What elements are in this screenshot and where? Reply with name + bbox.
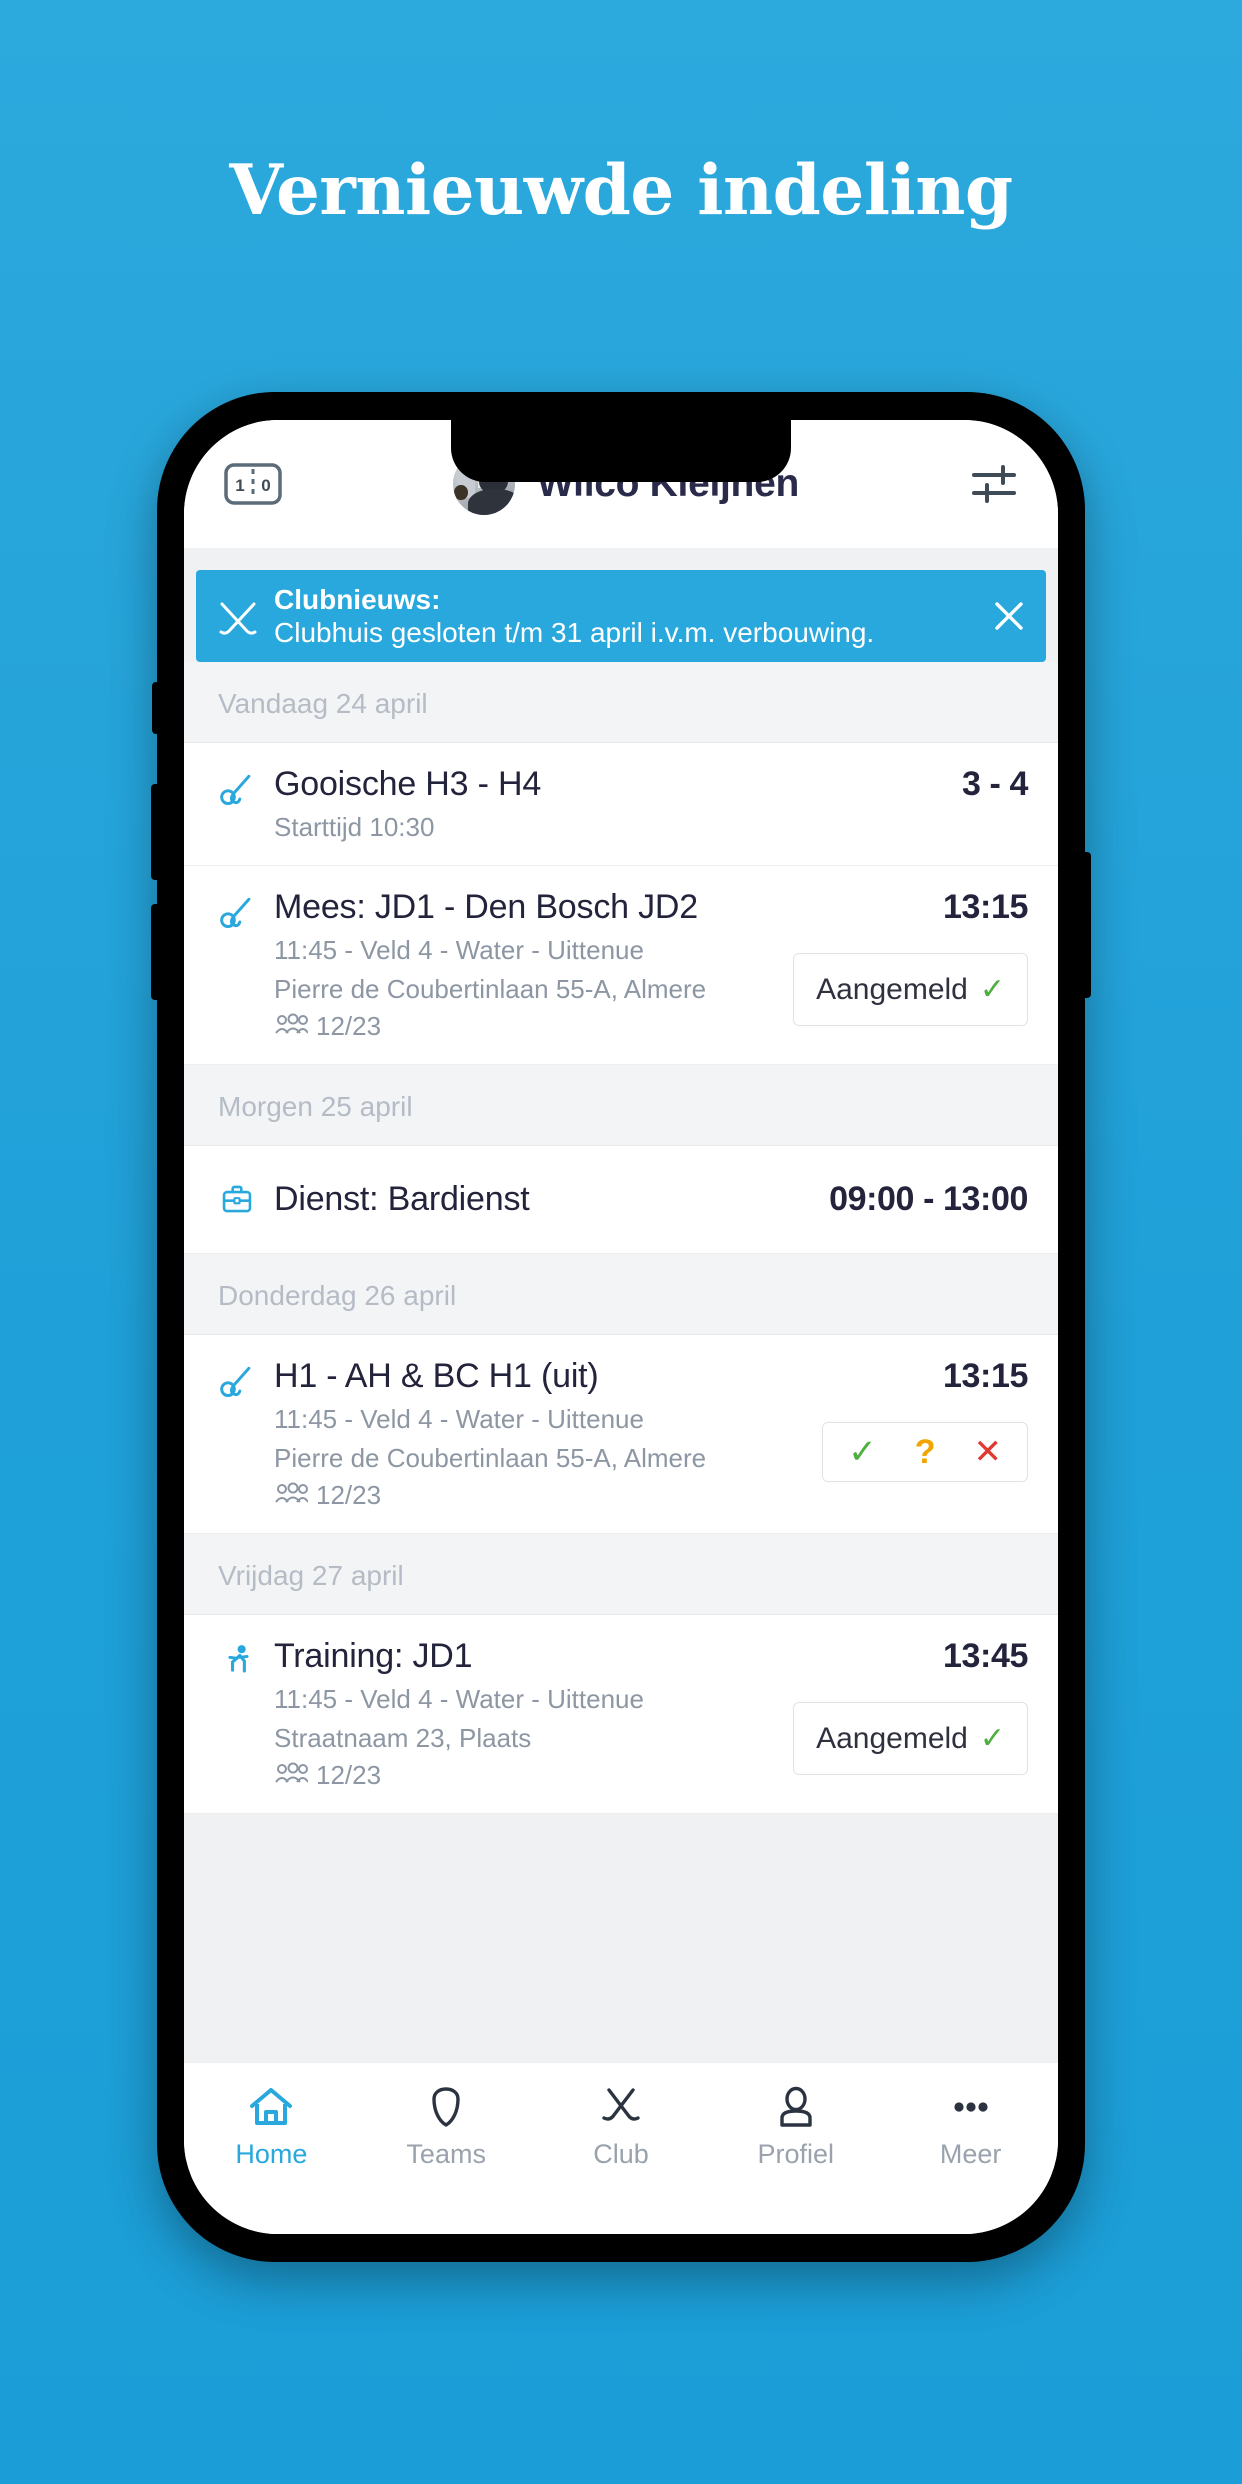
list-item-title: H1 - AH & BC H1 (uit) xyxy=(274,1357,599,1395)
crossed-sticks-icon xyxy=(597,2085,645,2129)
phone-power-button xyxy=(1084,852,1091,998)
club-news-banner[interactable]: Clubnieuws: Clubhuis gesloten t/m 31 apr… xyxy=(196,570,1046,662)
shield-icon xyxy=(422,2085,470,2129)
svg-text:1: 1 xyxy=(235,476,244,495)
tab-profiel[interactable]: Profiel xyxy=(708,2085,883,2170)
list-item[interactable]: Gooische H3 - H4 Starttijd 10:30 3 - 4 xyxy=(184,743,1058,866)
list-item-attendance: 12/23 xyxy=(274,1480,808,1511)
hockey-stick-ball-icon xyxy=(218,888,262,937)
list-item-attendance: 12/23 xyxy=(274,1011,779,1042)
rsvp-no-button[interactable]: ✕ xyxy=(955,1435,1022,1469)
list-item-main: Mees: JD1 - Den Bosch JD2 11:45 - Veld 4… xyxy=(262,888,779,1042)
home-icon xyxy=(247,2085,295,2129)
list-item-address: Pierre de Coubertinlaan 55-A, Almere xyxy=(274,1443,707,1473)
rsvp-yes-button[interactable]: ✓ xyxy=(829,1435,896,1469)
day-header: Vrijdag 27 april xyxy=(184,1534,1058,1615)
event-time: 13:15 xyxy=(943,1357,1028,1395)
tab-home-label: Home xyxy=(235,2139,308,2169)
tab-home[interactable]: Home xyxy=(184,2085,359,2170)
scoreboard-icon[interactable]: 1 0 xyxy=(224,463,282,505)
list-item[interactable]: Mees: JD1 - Den Bosch JD2 11:45 - Veld 4… xyxy=(184,866,1058,1065)
list-item-address: Pierre de Coubertinlaan 55-A, Almere xyxy=(274,974,707,1004)
close-icon[interactable] xyxy=(992,599,1026,633)
tab-meer[interactable]: Meer xyxy=(883,2085,1058,2170)
tab-teams-label: Teams xyxy=(406,2139,486,2169)
list-item-right: 3 - 4 xyxy=(948,765,1028,804)
list-item[interactable]: Dienst: Bardienst 09:00 - 13:00 xyxy=(184,1146,1058,1254)
list-item-title: Gooische H3 - H4 xyxy=(274,765,542,803)
briefcase-icon xyxy=(218,1176,262,1223)
people-icon xyxy=(274,1480,309,1511)
day-header: Donderdag 26 april xyxy=(184,1254,1058,1335)
bottom-tab-bar: Home Teams Club Profiel Meer xyxy=(184,2062,1058,2234)
list-item[interactable]: Training: JD1 11:45 - Veld 4 - Water - U… xyxy=(184,1615,1058,1814)
phone-mockup: 1 0 Wilco Kleijnen Clubnieuws: Clubhuis … xyxy=(151,392,1091,2262)
aangemeld-label: Aangemeld xyxy=(816,972,968,1006)
phone-volume-down-button xyxy=(151,904,158,1000)
tab-meer-label: Meer xyxy=(939,2139,1002,2169)
list-item-title: Dienst: Bardienst xyxy=(274,1180,530,1218)
day-header: Morgen 25 april xyxy=(184,1065,1058,1146)
list-item-subtitle: 11:45 - Veld 4 - Water - Uittenue xyxy=(274,935,644,965)
list-item-main: H1 - AH & BC H1 (uit) 11:45 - Veld 4 - W… xyxy=(262,1357,808,1511)
people-icon xyxy=(274,1011,309,1042)
list-item[interactable]: H1 - AH & BC H1 (uit) 11:45 - Veld 4 - W… xyxy=(184,1335,1058,1534)
app-content[interactable]: Clubnieuws: Clubhuis gesloten t/m 31 apr… xyxy=(184,548,1058,2062)
ellipsis-icon xyxy=(947,2085,995,2129)
poster-page: Vernieuwde indeling 1 0 Wilco Kleijnen C… xyxy=(0,0,1242,2484)
list-item-subtitle: 11:45 - Veld 4 - Water - Uittenue xyxy=(274,1684,644,1714)
person-icon xyxy=(772,2085,820,2129)
aangemeld-button[interactable]: Aangemeld ✓ xyxy=(793,1702,1028,1775)
list-item-main: Training: JD1 11:45 - Veld 4 - Water - U… xyxy=(262,1637,779,1791)
list-item-main: Dienst: Bardienst xyxy=(262,1180,815,1219)
list-item-subtitle: 11:45 - Veld 4 - Water - Uittenue xyxy=(274,1404,644,1434)
rsvp-maybe-button[interactable]: ? xyxy=(896,1435,955,1469)
banner-message: Clubhuis gesloten t/m 31 april i.v.m. ve… xyxy=(274,617,875,648)
attendance-count: 12/23 xyxy=(316,1480,382,1510)
aangemeld-label: Aangemeld xyxy=(816,1721,968,1755)
list-item-main: Gooische H3 - H4 Starttijd 10:30 xyxy=(262,765,948,843)
svg-text:0: 0 xyxy=(261,476,270,495)
list-item-right: 13:45 Aangemeld ✓ xyxy=(779,1637,1028,1775)
crossed-hockey-sticks-icon xyxy=(212,590,264,642)
list-item-title: Mees: JD1 - Den Bosch JD2 xyxy=(274,888,698,926)
attendance-count: 12/23 xyxy=(316,1760,382,1790)
list-item-right: 13:15 Aangemeld ✓ xyxy=(779,888,1028,1026)
sliders-icon[interactable] xyxy=(970,462,1018,506)
page-title: Vernieuwde indeling xyxy=(229,150,1013,231)
event-time: 13:45 xyxy=(943,1637,1028,1675)
phone-notch xyxy=(451,420,791,482)
list-item-right: 09:00 - 13:00 xyxy=(815,1180,1028,1219)
hockey-stick-ball-icon xyxy=(218,1357,262,1406)
day-header: Vandaag 24 april xyxy=(184,662,1058,743)
attendance-count: 12/23 xyxy=(316,1011,382,1041)
aangemeld-button[interactable]: Aangemeld ✓ xyxy=(793,953,1028,1026)
rsvp-button-group[interactable]: ✓ ? ✕ xyxy=(822,1422,1028,1482)
duty-time-range: 09:00 - 13:00 xyxy=(829,1180,1028,1218)
hockey-stick-ball-icon xyxy=(218,765,262,814)
event-time: 13:15 xyxy=(943,888,1028,926)
list-item-title: Training: JD1 xyxy=(274,1637,473,1675)
people-icon xyxy=(274,1760,309,1791)
phone-mute-switch xyxy=(152,682,158,734)
banner-title: Clubnieuws: xyxy=(274,583,441,615)
check-icon: ✓ xyxy=(979,973,1005,1006)
match-score: 3 - 4 xyxy=(961,765,1028,803)
tab-club[interactable]: Club xyxy=(534,2085,709,2170)
phone-screen: 1 0 Wilco Kleijnen Clubnieuws: Clubhuis … xyxy=(184,420,1058,2234)
check-icon: ✓ xyxy=(979,1722,1005,1755)
list-item-subtitle: Starttijd 10:30 xyxy=(274,812,435,842)
banner-text: Clubnieuws: Clubhuis gesloten t/m 31 apr… xyxy=(264,583,992,649)
list-bottom-spacer xyxy=(184,1814,1058,1886)
list-item-attendance: 12/23 xyxy=(274,1760,779,1791)
tab-club-label: Club xyxy=(593,2139,649,2169)
tab-teams[interactable]: Teams xyxy=(359,2085,534,2170)
running-person-icon xyxy=(218,1637,262,1686)
tab-profiel-label: Profiel xyxy=(757,2139,835,2169)
list-item-right: 13:15 ✓ ? ✕ xyxy=(808,1357,1028,1482)
list-item-address: Straatnaam 23, Plaats xyxy=(274,1723,532,1753)
phone-volume-up-button xyxy=(151,784,158,880)
